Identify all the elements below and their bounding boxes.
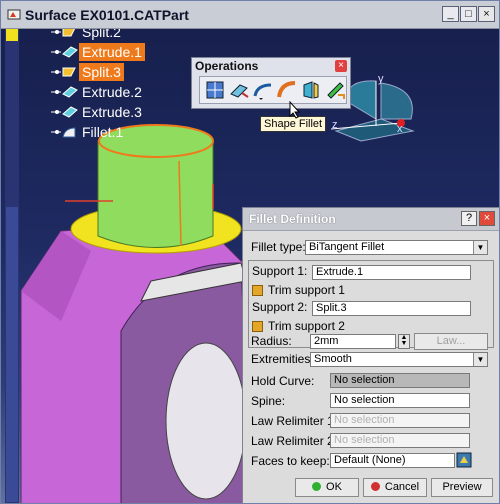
support1-label: Support 1: — [252, 264, 308, 278]
fillet-icon — [51, 127, 76, 138]
toolbar-close-button[interactable]: × — [335, 60, 347, 72]
compass-x-label: x — [397, 123, 403, 135]
fillet-icon[interactable] — [252, 79, 274, 101]
extrude-icon — [51, 106, 78, 118]
preview-button[interactable]: Preview — [431, 478, 493, 497]
extremities-combo[interactable]: Smooth ▼ — [310, 352, 488, 367]
tree-item-label: Extrude.1 — [79, 43, 145, 61]
scroll-thumb[interactable] — [6, 207, 18, 502]
close-button[interactable]: × — [478, 6, 495, 22]
chevron-down-icon[interactable]: ▼ — [473, 353, 487, 366]
ok-label: OK — [326, 481, 342, 493]
toolbar-title: Operations — [195, 59, 259, 73]
transform-icon[interactable] — [324, 79, 346, 101]
tree-item-label: Extrude.2 — [82, 84, 142, 100]
cancel-icon — [370, 482, 380, 491]
law-relimiter2-label: Law Relimiter 2: — [251, 434, 338, 448]
compass-y-label: y — [378, 73, 384, 85]
fillet-definition-dialog[interactable]: Fillet Definition ? × Fillet type: BiTan… — [242, 207, 499, 503]
vertical-scrollbar[interactable] — [5, 29, 19, 503]
faces-selector-icon[interactable] — [456, 452, 472, 468]
spine-field[interactable]: No selection — [330, 393, 470, 408]
trim-support2-label: Trim support 2 — [268, 319, 345, 333]
help-button[interactable]: ? — [461, 211, 477, 226]
radius-field[interactable]: 2mm — [310, 334, 396, 349]
dialog-title-bar[interactable]: Fillet Definition ? × — [243, 208, 499, 231]
support1-field[interactable]: Extrude.1 — [312, 265, 471, 280]
tree-item-label: Extrude.3 — [82, 104, 142, 120]
dialog-title: Fillet Definition — [249, 212, 336, 226]
radius-label: Radius: — [251, 334, 292, 348]
hold-curve-label: Hold Curve: — [251, 374, 315, 388]
extrapolate-icon[interactable] — [300, 79, 322, 101]
hold-curve-field[interactable]: No selection — [330, 373, 470, 388]
extremities-label: Extremities: — [251, 352, 314, 366]
radius-spinner[interactable]: ▲ ▼ — [398, 334, 410, 349]
tree-item-label: Split.2 — [82, 29, 121, 40]
mouse-cursor-icon — [289, 101, 301, 119]
shape-fillet-icon[interactable] — [276, 79, 298, 101]
faces-to-keep-label: Faces to keep: — [251, 454, 330, 468]
fillet-type-label: Fillet type: — [251, 240, 306, 254]
operations-toolbar[interactable]: Operations × — [191, 57, 351, 109]
faces-to-keep-field[interactable]: Default (None) — [330, 453, 455, 468]
dialog-close-button[interactable]: × — [479, 211, 495, 226]
fillet-type-combo[interactable]: BiTangent Fillet ▼ — [305, 240, 488, 255]
cancel-label: Cancel — [384, 481, 420, 493]
support2-field[interactable]: Split.3 — [312, 301, 471, 316]
law-relimiter1-label: Law Relimiter 1: — [251, 414, 338, 428]
scroll-up-arrow[interactable] — [6, 29, 18, 41]
support2-label: Support 2: — [252, 300, 308, 314]
ok-button[interactable]: OK — [295, 478, 359, 497]
trim-support2-checkbox[interactable] — [252, 321, 263, 333]
spine-label: Spine: — [251, 394, 286, 408]
split-icon — [51, 29, 76, 37]
join-icon[interactable] — [204, 79, 226, 101]
compass-z-label: z — [332, 119, 338, 131]
window-title: Surface EX0101.CATPart — [25, 7, 189, 23]
ok-icon — [312, 482, 322, 491]
trim-support1-row[interactable]: Trim support 1 — [252, 282, 345, 299]
law-relimiter1-field[interactable]: No selection — [330, 413, 470, 428]
catpart-icon — [7, 9, 21, 20]
catia-window: Surface EX0101.CATPart _ □ × x y z Split… — [0, 0, 500, 504]
law-button[interactable]: Law... — [414, 333, 488, 350]
minimize-button[interactable]: _ — [442, 6, 459, 22]
trim-support1-checkbox[interactable] — [252, 285, 263, 297]
tree-item-label: Fillet.1 — [82, 124, 124, 140]
chevron-down-icon[interactable]: ▼ — [473, 241, 487, 254]
law-relimiter2-field[interactable]: No selection — [330, 433, 470, 448]
split-icon — [51, 67, 76, 77]
maximize-button[interactable]: □ — [460, 6, 477, 22]
toolbar-tools — [199, 76, 347, 104]
extrude-icon — [51, 86, 78, 98]
title-bar[interactable]: Surface EX0101.CATPart _ □ × — [1, 1, 499, 29]
extrude-icon — [51, 46, 78, 58]
cancel-button[interactable]: Cancel — [363, 478, 427, 497]
extremities-value: Smooth — [314, 353, 352, 365]
tree-item-label: Split.3 — [79, 63, 124, 81]
trim-support1-label: Trim support 1 — [268, 283, 345, 297]
fillet-type-value: BiTangent Fillet — [309, 241, 385, 253]
split-trim-icon[interactable] — [228, 79, 250, 101]
